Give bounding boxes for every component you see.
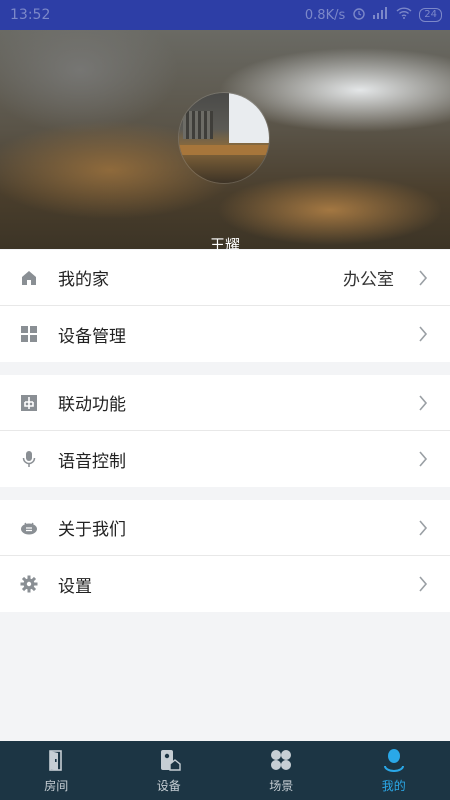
tab-scenes[interactable]: 场景	[225, 741, 338, 800]
menu-item-linkage[interactable]: 联动功能	[0, 375, 450, 431]
menu-item-label: 我的家	[58, 270, 109, 290]
tab-label: 设备	[156, 779, 181, 793]
home-icon	[20, 269, 38, 287]
linkage-icon	[20, 394, 38, 412]
menu-item-label: 语音控制	[58, 451, 126, 472]
chevron-right-icon	[418, 520, 428, 536]
alarm-icon	[352, 6, 366, 24]
microphone-icon	[20, 450, 38, 468]
battery-indicator: 24	[419, 8, 442, 22]
menu-item-label: 关于我们	[58, 520, 126, 540]
menu-item-about-us[interactable]: 关于我们	[0, 500, 450, 556]
menu-item-settings[interactable]: 设置	[0, 556, 450, 612]
avatar-photo-desk	[179, 145, 269, 155]
gear-icon	[20, 575, 38, 593]
avatar[interactable]	[179, 93, 269, 183]
profile-header: 王耀	[0, 30, 450, 249]
menu-item-label: 联动功能	[58, 395, 126, 415]
status-bar: 13:52 0.8K/s 24	[0, 0, 450, 30]
chevron-right-icon	[418, 270, 428, 286]
device-icon	[157, 748, 181, 772]
bee-icon	[20, 519, 38, 537]
menu-item-my-home[interactable]: 我的家 办公室	[0, 250, 450, 306]
menu-item-voice-control[interactable]: 语音控制	[0, 431, 450, 487]
avatar-photo-window	[229, 93, 269, 143]
chevron-right-icon	[418, 326, 428, 342]
menu-group-3: 关于我们 设置	[0, 500, 450, 612]
chevron-right-icon	[418, 576, 428, 592]
tab-rooms[interactable]: 房间	[0, 741, 113, 800]
bottom-nav: 房间 设备 场景 我的	[0, 741, 450, 800]
tab-label: 场景	[269, 779, 294, 793]
menu-group-2: 联动功能 语音控制	[0, 375, 450, 487]
chevron-right-icon	[418, 451, 428, 467]
door-icon	[44, 748, 68, 772]
signal-icon	[373, 7, 389, 23]
menu-item-value: 办公室	[343, 270, 394, 290]
tab-label: 房间	[44, 779, 69, 793]
scene-icon	[269, 748, 293, 772]
network-speed: 0.8K/s	[304, 7, 346, 23]
user-icon	[382, 748, 406, 772]
status-time: 13:52	[10, 7, 51, 23]
menu-item-label: 设备管理	[58, 326, 126, 347]
tab-label: 我的	[381, 779, 406, 793]
tab-devices[interactable]: 设备	[113, 741, 226, 800]
chevron-right-icon	[418, 395, 428, 411]
avatar-photo-shelf	[183, 111, 213, 139]
menu-item-label: 设置	[58, 576, 92, 597]
tab-mine[interactable]: 我的	[338, 741, 450, 800]
status-indicators: 0.8K/s 24	[305, 6, 442, 24]
wifi-icon	[396, 7, 412, 23]
menu-group-1: 我的家 办公室 设备管理	[0, 250, 450, 362]
grid-icon	[20, 325, 38, 343]
menu-item-device-management[interactable]: 设备管理	[0, 306, 450, 362]
username: 王耀	[209, 236, 240, 249]
